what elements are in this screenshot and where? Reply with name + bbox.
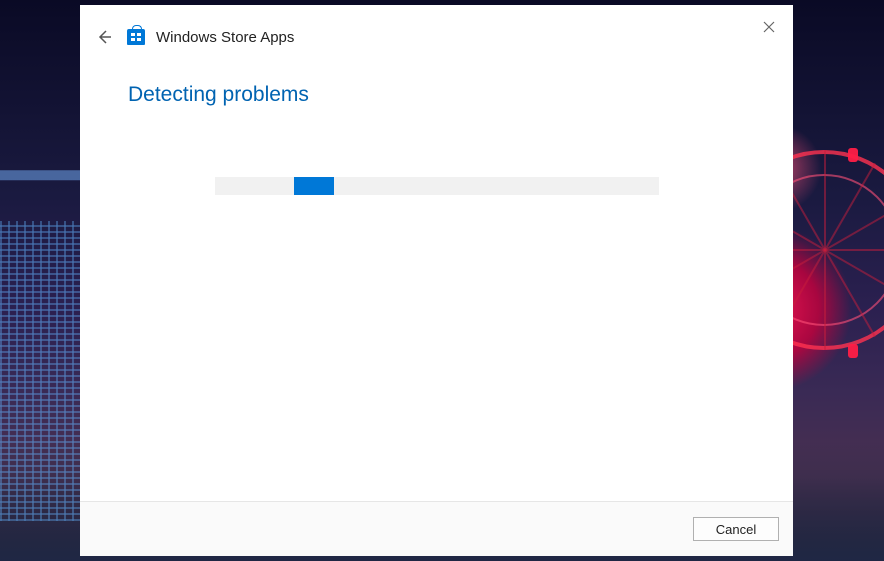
cancel-button[interactable]: Cancel bbox=[693, 517, 779, 541]
back-arrow-icon bbox=[95, 28, 113, 46]
close-button[interactable] bbox=[759, 17, 779, 37]
store-bag-icon bbox=[126, 27, 146, 47]
close-icon bbox=[763, 21, 775, 33]
back-button[interactable] bbox=[92, 25, 116, 49]
dialog-content: Detecting problems bbox=[80, 55, 793, 501]
progress-bar bbox=[215, 177, 659, 195]
dialog-footer: Cancel bbox=[80, 501, 793, 556]
status-heading: Detecting problems bbox=[128, 83, 745, 107]
dialog-title: Windows Store Apps bbox=[156, 29, 294, 46]
progress-fill bbox=[294, 177, 334, 195]
troubleshooter-dialog: Windows Store Apps Detecting problems Ca… bbox=[80, 5, 793, 556]
progress-container bbox=[128, 177, 745, 195]
dialog-header: Windows Store Apps bbox=[80, 5, 793, 55]
